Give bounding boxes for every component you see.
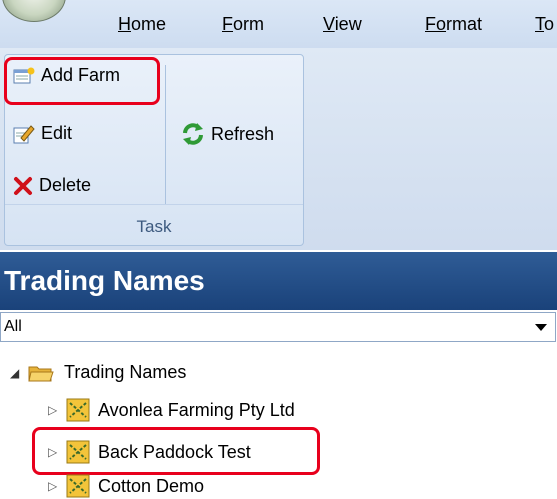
delete-icon: [14, 176, 32, 195]
folder-open-icon: [28, 366, 54, 381]
add-record-icon: [13, 67, 35, 83]
refresh-icon: [183, 123, 203, 145]
farm-icon: [66, 398, 90, 422]
menu-home[interactable]: Home: [118, 14, 166, 35]
edit-icon: [13, 124, 35, 143]
group-footer-divider: [5, 204, 303, 205]
filter-value: All: [4, 318, 22, 335]
expand-arrow-icon[interactable]: ▷: [48, 479, 66, 493]
task-group: Add Farm Edit Delete Refresh Task: [4, 54, 304, 246]
tree-item[interactable]: ▷ Cotton Demo: [48, 474, 204, 498]
refresh-button[interactable]: Refresh: [181, 123, 274, 145]
ribbon-menu-bar: Home Form View Format To: [0, 0, 557, 48]
group-label: Task: [136, 217, 172, 236]
menu-view[interactable]: View: [323, 14, 362, 35]
tree-item[interactable]: ▷ Back Paddock Test: [48, 440, 251, 464]
application-orb-button[interactable]: [2, 0, 66, 22]
expand-arrow-icon[interactable]: ▷: [48, 445, 66, 459]
menu-tools[interactable]: To: [535, 14, 554, 35]
expand-arrow-icon[interactable]: ▷: [48, 403, 66, 417]
farm-icon: [66, 440, 90, 464]
menu-form[interactable]: Form: [222, 14, 264, 35]
delete-button[interactable]: Delete: [13, 175, 91, 196]
dropdown-arrow-icon[interactable]: [535, 324, 547, 331]
group-separator: [165, 65, 166, 205]
panel-title: Trading Names: [0, 252, 557, 310]
trading-names-filter-select[interactable]: All: [0, 312, 556, 342]
tree-item[interactable]: ▷ Avonlea Farming Pty Ltd: [48, 398, 295, 422]
edit-button[interactable]: Edit: [13, 123, 72, 144]
tree-root-node[interactable]: ◢ Trading Names: [10, 362, 186, 383]
menu-format[interactable]: Format: [425, 14, 482, 35]
farm-icon: [66, 474, 90, 498]
add-farm-button[interactable]: Add Farm: [13, 65, 120, 86]
ribbon-panel: Add Farm Edit Delete Refresh Task: [0, 48, 557, 250]
collapse-arrow-icon[interactable]: ◢: [10, 366, 28, 380]
